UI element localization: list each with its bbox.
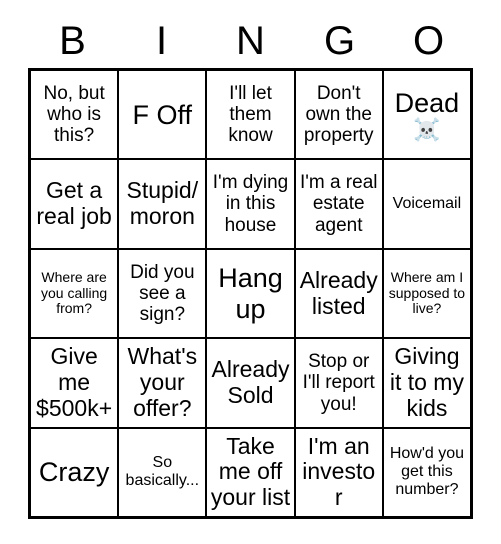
bingo-cell[interactable]: Don't own the property bbox=[295, 71, 384, 159]
bingo-cell[interactable]: Take me off your list bbox=[207, 428, 296, 517]
bingo-cell-label: Give me $500k+ bbox=[36, 343, 113, 421]
skull-and-crossbones-icon: ☠️ bbox=[413, 117, 441, 143]
bingo-cell[interactable]: I'm dying in this house bbox=[207, 160, 296, 248]
bingo-cell[interactable]: I'll let them know bbox=[207, 71, 296, 159]
header-letter-g: G bbox=[295, 14, 384, 68]
bingo-row: Get a real job Stupid/ moron I'm dying in … bbox=[31, 160, 471, 250]
bingo-cell-label: How'd you get this number? bbox=[389, 445, 465, 499]
bingo-cell[interactable]: Voicemail bbox=[383, 160, 471, 248]
bingo-cell-label: Did you see a sign? bbox=[130, 261, 195, 326]
header-letter-n-text: N bbox=[236, 19, 265, 63]
bingo-cell[interactable]: Stop or I'll report you! bbox=[295, 339, 384, 427]
header-letter-i: I bbox=[117, 14, 206, 68]
bingo-cell[interactable]: No, but who is this? bbox=[31, 71, 120, 159]
bingo-cell-label: Voicemail bbox=[392, 195, 462, 213]
bingo-cell[interactable]: Stupid/ moron bbox=[119, 160, 208, 248]
header-letter-b-text: B bbox=[59, 19, 86, 63]
bingo-row: No, but who is this? F Off I'll let them k… bbox=[31, 71, 471, 161]
bingo-header: B I N G O bbox=[28, 14, 473, 68]
bingo-cell[interactable]: Where am I supposed to live? bbox=[383, 249, 471, 338]
header-letter-o: O bbox=[384, 14, 473, 68]
bingo-cell-label: F Off bbox=[132, 99, 193, 130]
bingo-cell-label: Don't own the property bbox=[303, 82, 374, 147]
header-letter-n: N bbox=[206, 14, 295, 68]
bingo-cell-label: Hang up bbox=[218, 263, 283, 324]
bingo-cell[interactable]: Giving it to my kids bbox=[383, 339, 471, 427]
bingo-cell[interactable]: Get a real job bbox=[31, 160, 120, 248]
bingo-cell[interactable]: I'm a real estate agent bbox=[295, 160, 384, 248]
bingo-cell-label: I'm a real estate agent bbox=[299, 172, 378, 236]
bingo-cell-label: Stop or I'll report you! bbox=[302, 351, 375, 415]
header-letter-g-text: G bbox=[323, 19, 356, 63]
bingo-cell[interactable]: Already listed bbox=[295, 249, 384, 338]
header-letter-o-text: O bbox=[412, 19, 445, 63]
header-letter-i-text: I bbox=[155, 19, 168, 63]
bingo-cell-label: Get a real job bbox=[36, 177, 112, 230]
bingo-cell-label: Giving it to my kids bbox=[389, 343, 464, 421]
bingo-cell-label: So basically... bbox=[125, 454, 200, 490]
bingo-cell-label: Where am I supposed to live? bbox=[388, 269, 466, 317]
bingo-cell-label: Stupid/ moron bbox=[126, 177, 199, 230]
bingo-cell[interactable]: Did you see a sign? bbox=[119, 249, 208, 338]
bingo-cell[interactable]: F Off bbox=[119, 71, 208, 159]
bingo-cell[interactable]: Where are you calling from? bbox=[31, 249, 120, 338]
bingo-row: Where are you calling from? Did you see a… bbox=[31, 249, 471, 340]
bingo-cell[interactable]: What's your offer? bbox=[119, 339, 208, 427]
bingo-cell[interactable]: Give me $500k+ bbox=[31, 339, 120, 427]
bingo-cell-label: Dead bbox=[394, 87, 460, 118]
bingo-cell-label: I'm an investor bbox=[302, 432, 376, 511]
bingo-cell[interactable]: Already Sold bbox=[207, 339, 296, 427]
bingo-cell[interactable]: So basically... bbox=[119, 428, 208, 517]
bingo-cell-label: Already Sold bbox=[211, 356, 290, 408]
bingo-cell[interactable]: Hang up bbox=[207, 249, 296, 338]
bingo-grid: No, but who is this? F Off I'll let them k… bbox=[28, 68, 473, 519]
bingo-cell-label: Where are you calling from? bbox=[41, 269, 108, 317]
bingo-cell[interactable]: How'd you get this number? bbox=[383, 428, 471, 517]
bingo-cell-label: Take me off your list bbox=[210, 432, 291, 511]
bingo-cell-label: I'm dying in this house bbox=[212, 172, 289, 236]
bingo-cell[interactable]: Dead ☠️ bbox=[383, 71, 471, 159]
bingo-cell-label: I'll let them know bbox=[228, 82, 273, 147]
bingo-cell[interactable]: Crazy bbox=[31, 428, 120, 517]
bingo-cell-label: What's your offer? bbox=[127, 343, 198, 421]
header-letter-b: B bbox=[28, 14, 117, 68]
bingo-cell-label: Already listed bbox=[299, 266, 378, 319]
bingo-card: B I N G O No, but who is this? F Off I'll … bbox=[0, 0, 501, 544]
bingo-cell-label: Crazy bbox=[38, 457, 110, 488]
bingo-row: Crazy So basically... Take me off your lis… bbox=[31, 428, 471, 517]
bingo-cell-label: No, but who is this? bbox=[43, 82, 105, 147]
bingo-cell[interactable]: I'm an investor bbox=[295, 428, 384, 517]
bingo-row: Give me $500k+ What's your offer? Already … bbox=[31, 339, 471, 429]
